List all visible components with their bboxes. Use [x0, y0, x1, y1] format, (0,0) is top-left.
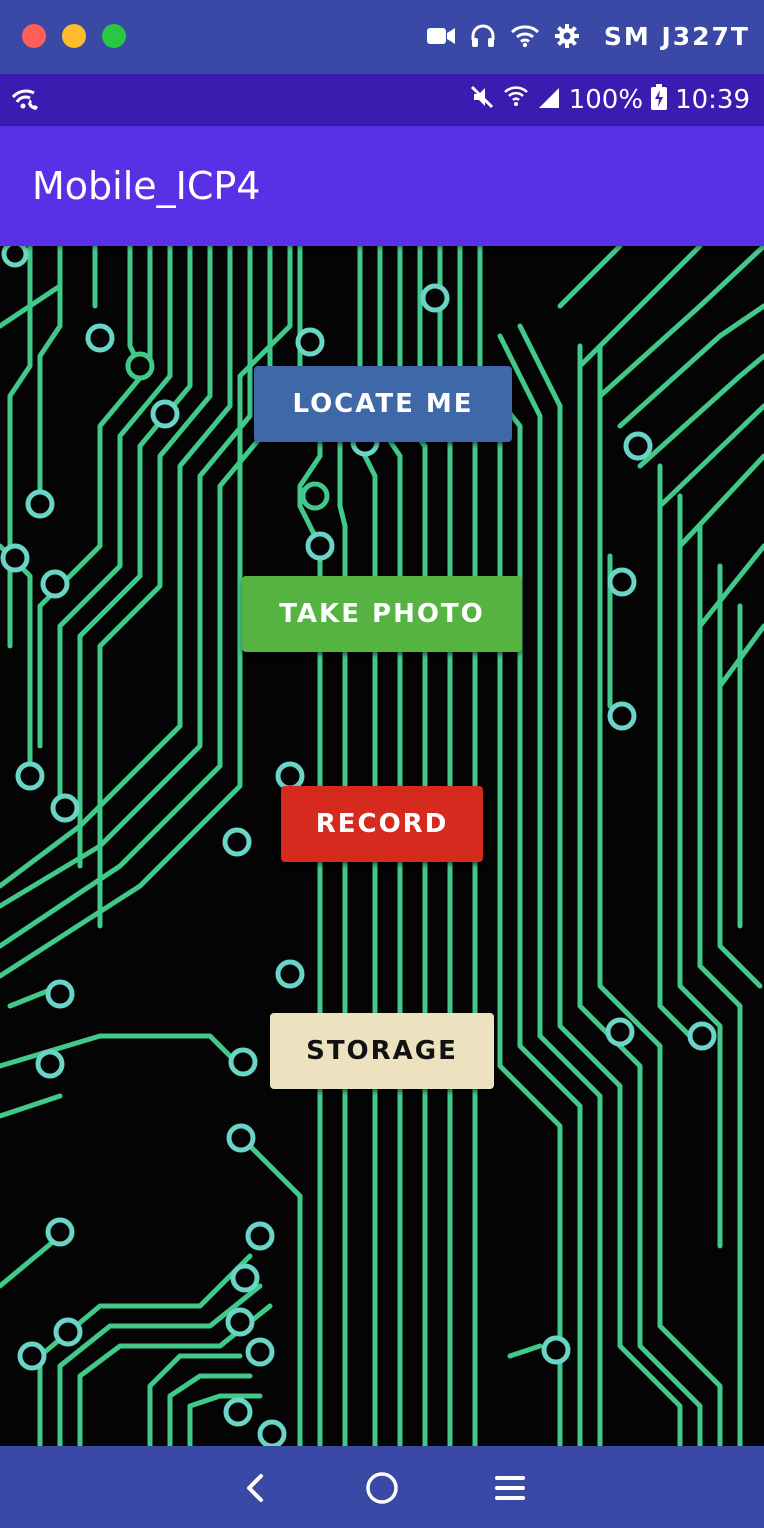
main-content: LOCATE ME TAKE PHOTO RECORD STORAGE	[0, 246, 764, 1446]
wifi-calling-icon	[10, 88, 40, 117]
video-camera-icon[interactable]	[426, 25, 456, 47]
device-name-label: SM J327T	[603, 21, 750, 51]
maximize-window-button[interactable]	[102, 24, 126, 48]
close-window-button[interactable]	[22, 24, 46, 48]
window-titlebar: SM J327T	[0, 0, 764, 74]
mute-icon	[469, 84, 495, 117]
headphones-icon[interactable]	[470, 23, 496, 49]
minimize-window-button[interactable]	[62, 24, 86, 48]
recents-icon[interactable]	[485, 1466, 535, 1510]
battery-percent: 100%	[568, 85, 644, 115]
device-mirror-window: SM J327T 100% 10:39 Mobile_ICP4 LOCATE M…	[0, 0, 764, 1528]
gear-icon[interactable]	[554, 23, 580, 49]
cell-signal-icon	[537, 84, 561, 117]
status-icons: 100% 10:39	[469, 83, 750, 117]
app-bar: Mobile_ICP4	[0, 126, 764, 246]
home-icon[interactable]	[357, 1466, 407, 1510]
clock: 10:39	[675, 85, 750, 115]
navigation-bar	[0, 1446, 764, 1528]
status-bar: 100% 10:39	[0, 74, 764, 126]
take-photo-button[interactable]: TAKE PHOTO	[242, 576, 522, 652]
battery-charging-icon	[651, 83, 668, 117]
wifi-signal-icon	[503, 84, 529, 117]
locate-me-button[interactable]: LOCATE ME	[254, 366, 512, 442]
back-icon[interactable]	[230, 1466, 280, 1510]
app-title: Mobile_ICP4	[32, 164, 261, 208]
storage-button[interactable]: STORAGE	[270, 1013, 494, 1089]
window-toolbar: SM J327T	[426, 18, 750, 54]
wifi-icon[interactable]	[510, 24, 540, 48]
record-button[interactable]: RECORD	[281, 786, 483, 862]
